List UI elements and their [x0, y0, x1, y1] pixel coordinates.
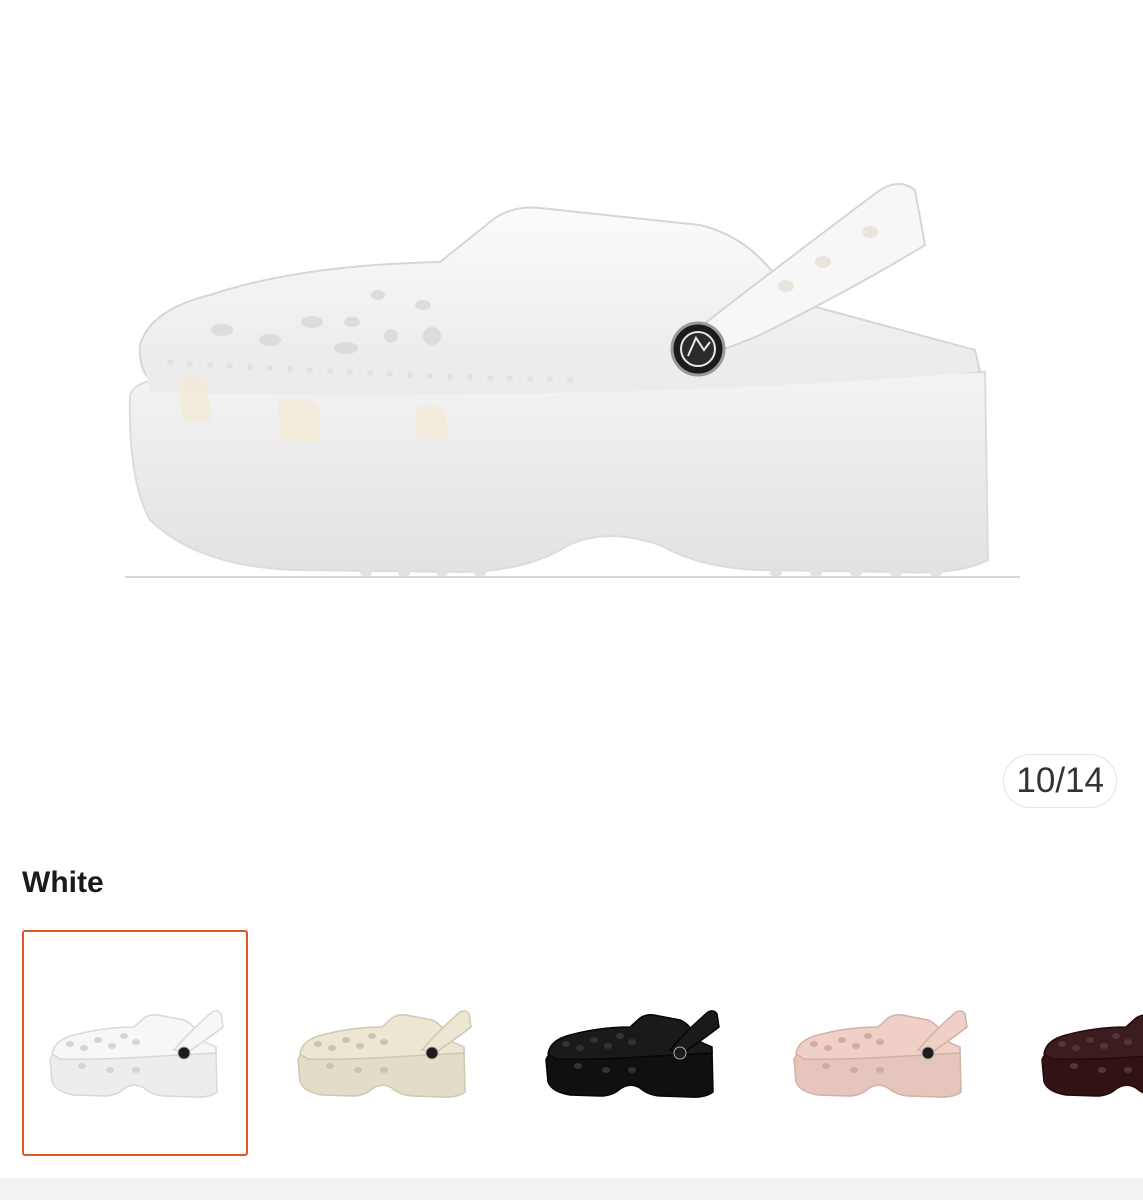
clog-thumbnail-icon [793, 1010, 968, 1098]
variant-thumb-bone[interactable] [270, 930, 496, 1156]
variant-thumb-pink[interactable] [766, 930, 992, 1156]
clog-thumbnail-icon [545, 1010, 720, 1098]
clog-thumbnail-icon [49, 1010, 224, 1098]
variant-thumb-burgundy[interactable] [1014, 930, 1143, 1156]
product-image-gallery[interactable]: 10/14 [0, 0, 1143, 840]
variant-thumbnail-strip[interactable] [0, 930, 1143, 1158]
product-main-image [125, 183, 1020, 578]
bottom-bar [0, 1178, 1143, 1200]
variant-thumb-white[interactable] [22, 930, 248, 1156]
selected-variant-label: White [22, 866, 104, 899]
clog-thumbnail-icon [297, 1010, 472, 1098]
clog-thumbnail-icon [1041, 1014, 1143, 1097]
variant-thumb-black[interactable] [518, 930, 744, 1156]
image-counter: 10/14 [1003, 754, 1117, 808]
